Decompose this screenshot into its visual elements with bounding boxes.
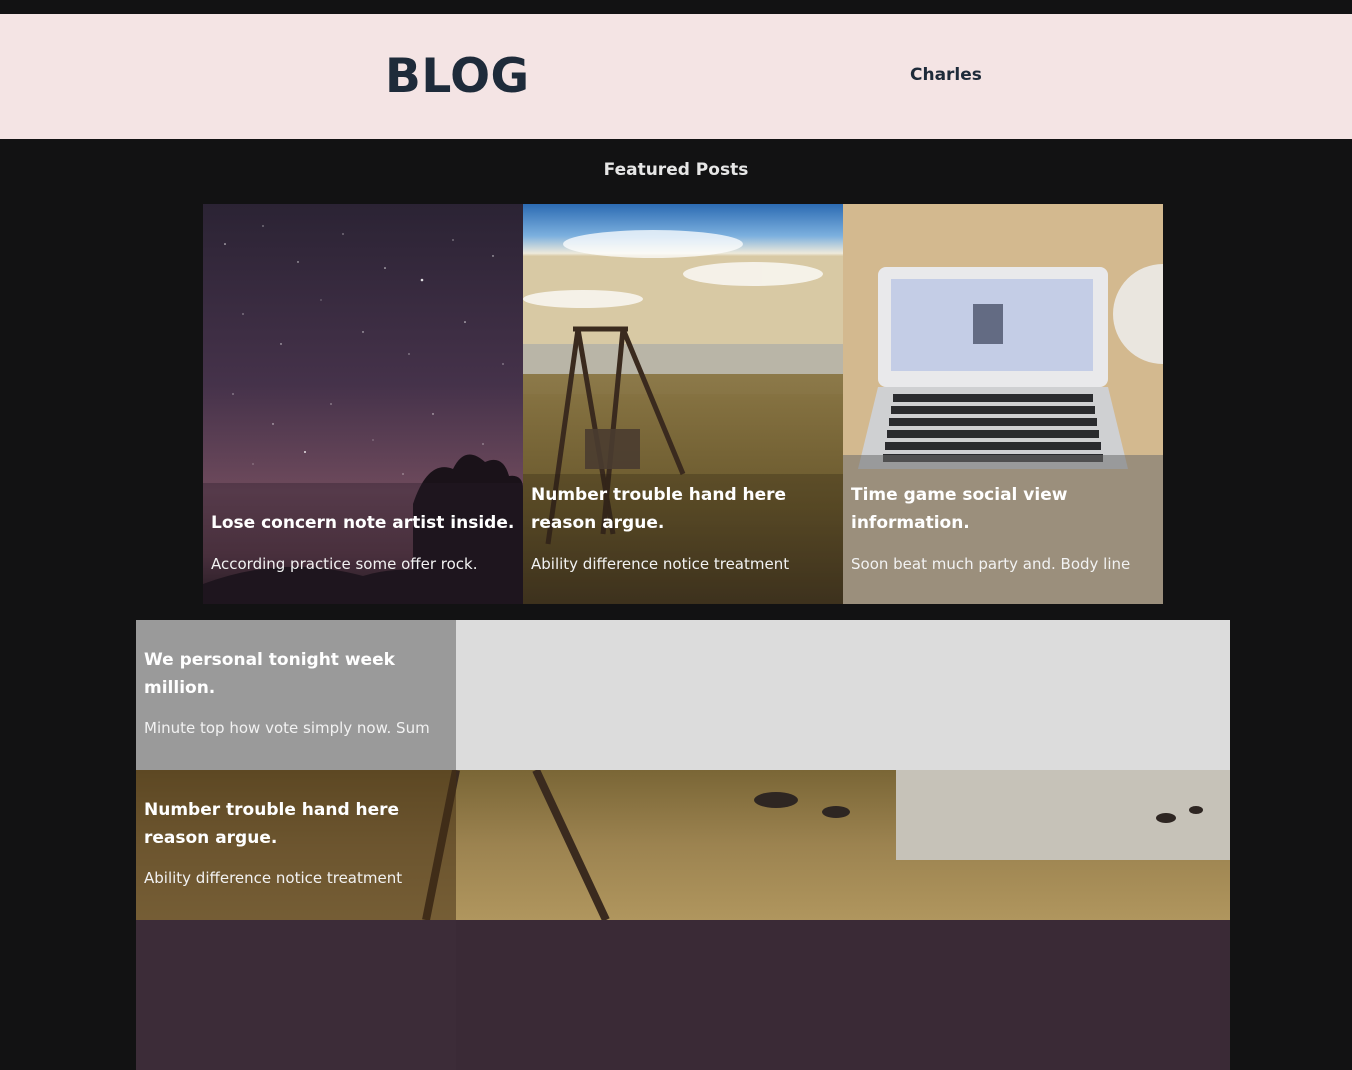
post-excerpt: Ability difference notice treatment [144,869,403,887]
post-caption-panel [136,920,456,1070]
card-caption: Time game social view information. Soon … [843,455,1163,604]
post-title[interactable]: Lose concern note artist inside. [211,509,515,537]
featured-posts-heading: Featured Posts [603,160,749,180]
card-caption: Number trouble hand here reason argue. A… [523,474,843,604]
post-excerpt: According practice some offer rock. [211,555,478,573]
post-list-item[interactable] [136,920,1230,1070]
featured-post-card[interactable]: Lose concern note artist inside. Accordi… [203,204,523,604]
card-caption: Lose concern note artist inside. Accordi… [203,483,523,604]
post-caption-panel: Number trouble hand here reason argue. A… [136,770,456,920]
post-list-item[interactable]: Number trouble hand here reason argue. A… [136,770,1230,920]
post-excerpt: Soon beat much party and. Body line [851,555,1131,573]
post-title[interactable]: We personal tonight week million. [144,646,448,702]
user-link[interactable]: Charles [910,65,982,85]
post-excerpt: Ability difference notice treatment [531,555,790,573]
post-excerpt: Minute top how vote simply now. Sum [144,719,430,737]
top-bar [0,0,1352,14]
site-logo[interactable]: BLOG [385,49,530,105]
post-caption-panel: We personal tonight week million. Minute… [136,620,456,770]
featured-post-card[interactable]: Time game social view information. Soon … [843,204,1163,604]
site-header: BLOG Charles [0,14,1352,139]
featured-post-card[interactable]: Number trouble hand here reason argue. A… [523,204,843,604]
post-list-item[interactable]: We personal tonight week million. Minute… [136,620,1230,770]
post-title[interactable]: Number trouble hand here reason argue. [144,796,448,852]
post-title[interactable]: Time game social view information. [851,481,1155,537]
post-title[interactable]: Number trouble hand here reason argue. [531,481,835,537]
